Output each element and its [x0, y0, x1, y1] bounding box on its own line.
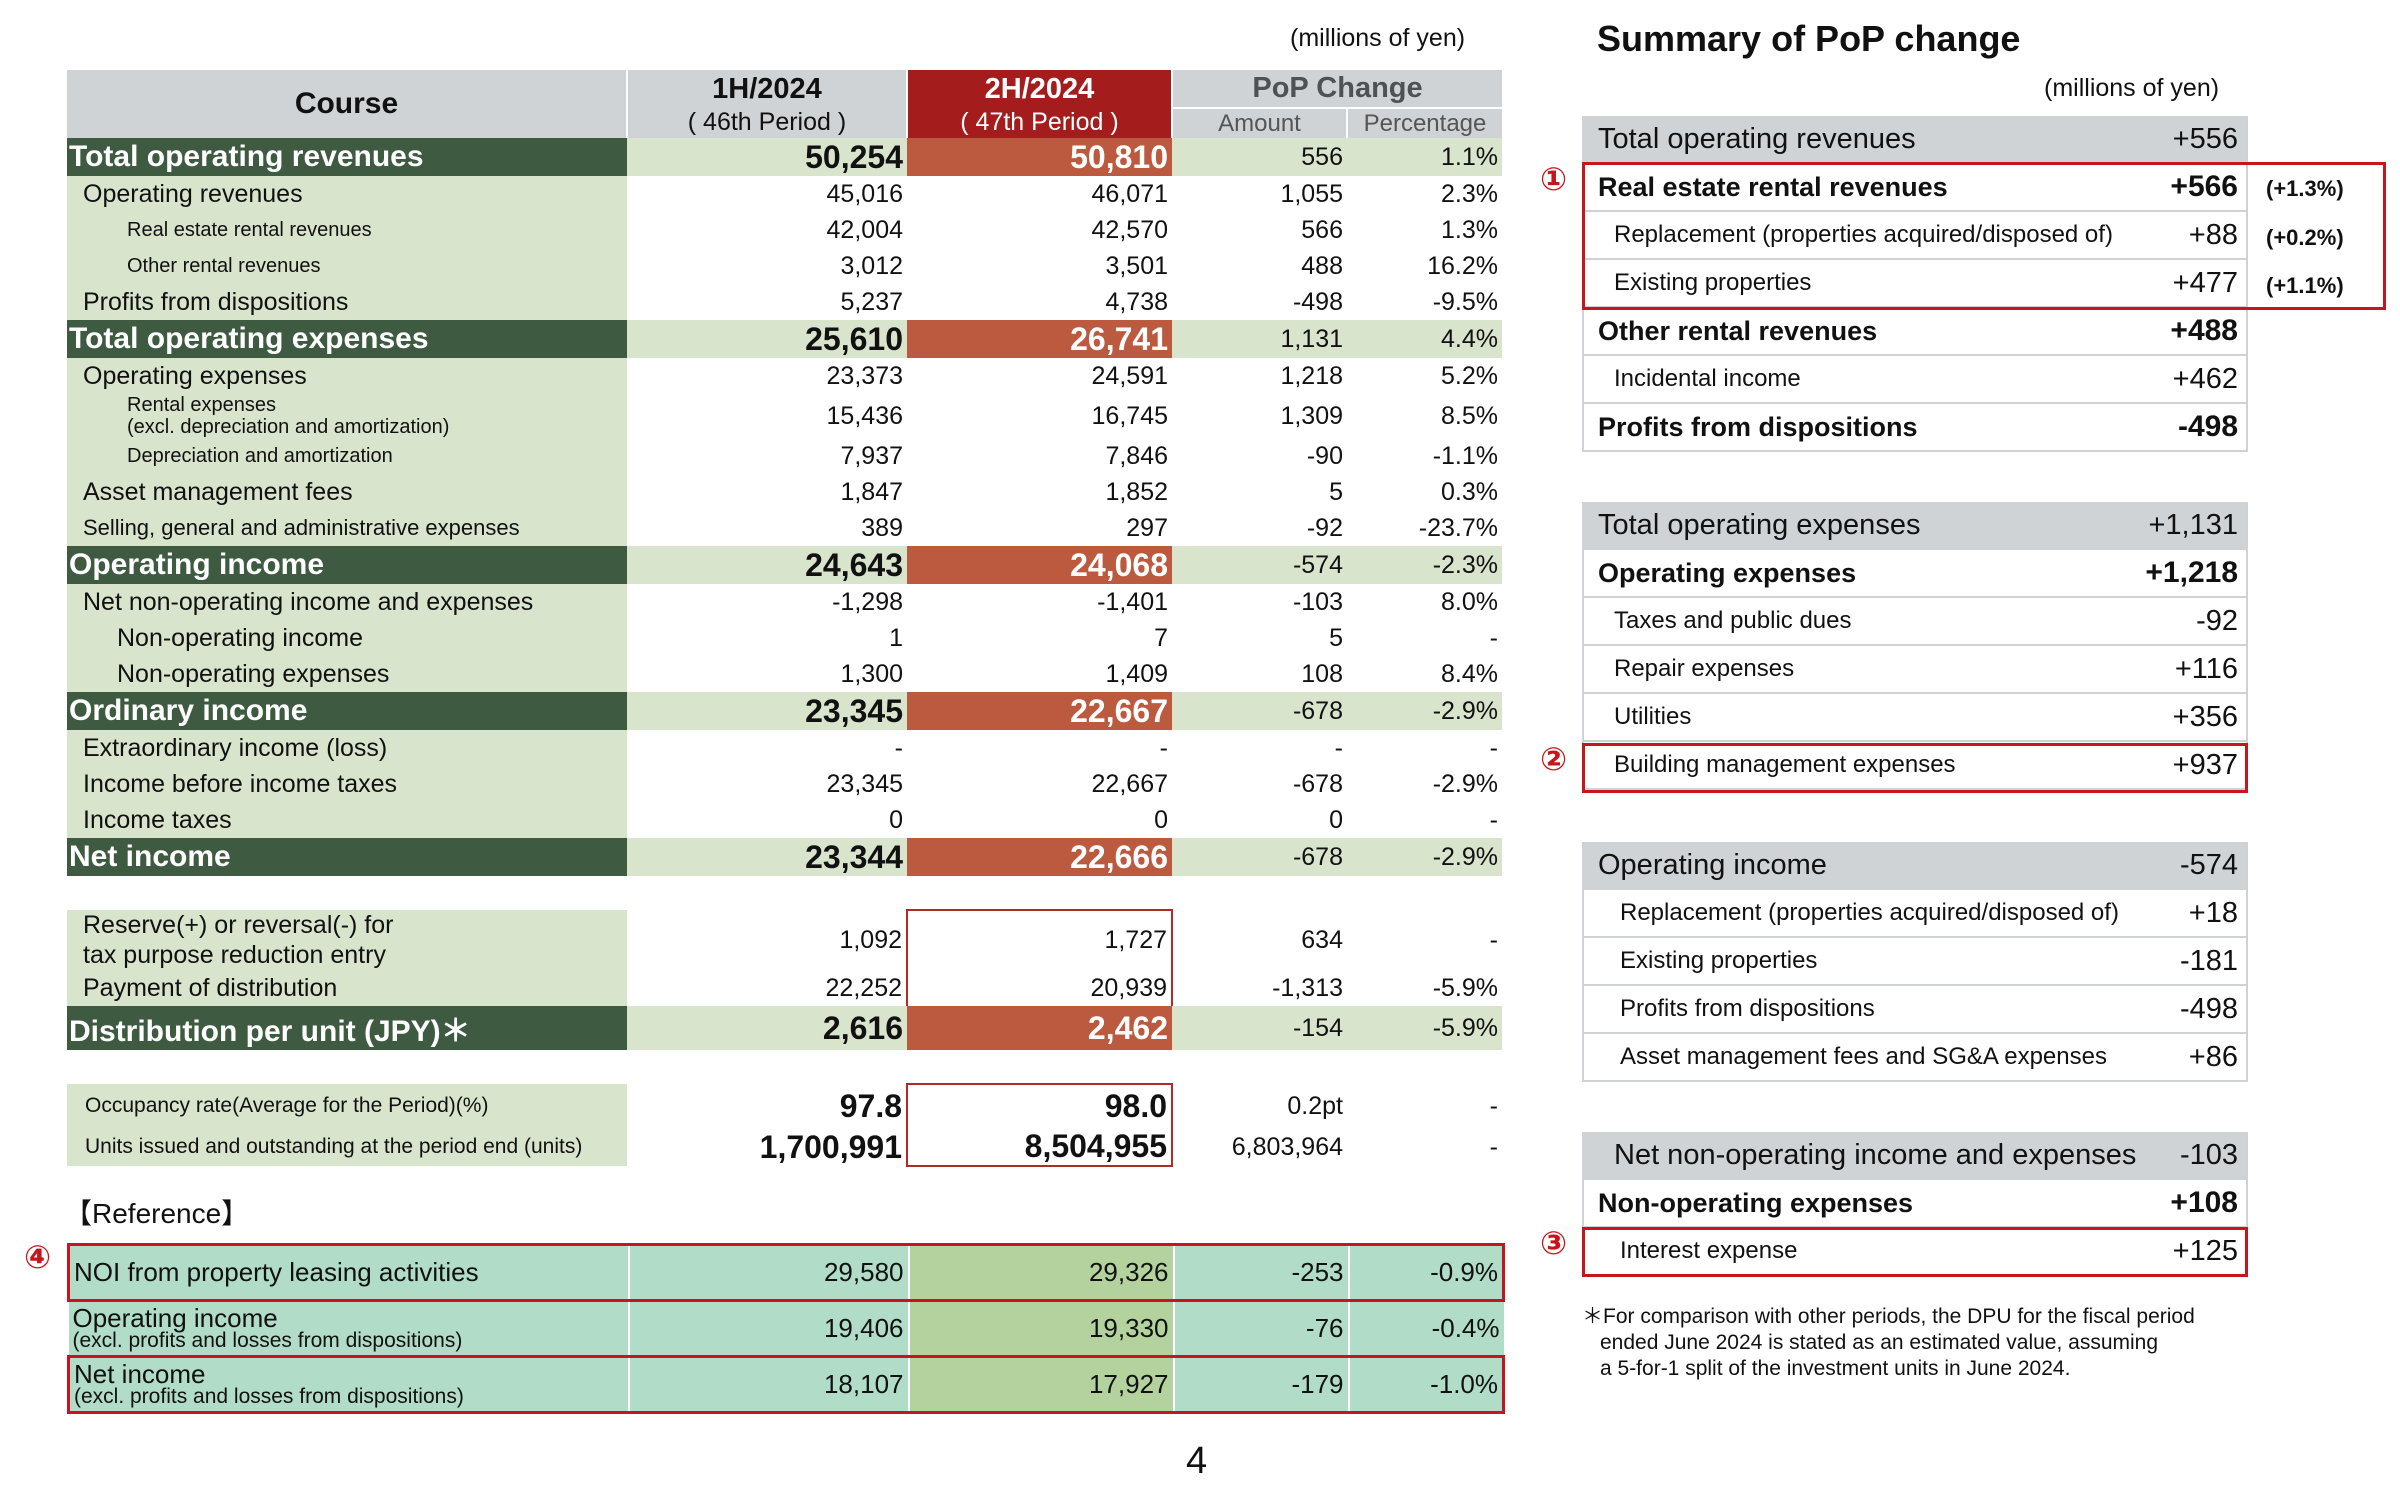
note-replacement: (+0.2%)	[2266, 225, 2344, 250]
table-row: Total operating revenues 50,254 50,810 556 1…	[67, 138, 1502, 176]
summary-row: Total operating revenues +556	[1584, 116, 2246, 164]
table-row: Reserve(+) or reversal(-) for tax purpose…	[67, 909, 1502, 970]
table-row: Asset management fees 1,847 1,852 5 0.3%	[67, 474, 1502, 510]
table-row: Income taxes 0 0 0-	[67, 802, 1502, 838]
table-row: Net income 23,344 22,666 -678 -2.9%	[67, 838, 1502, 876]
summary-row: Non-operating expenses +108	[1584, 1180, 2246, 1228]
summary-title: Summary of PoP change	[1597, 18, 2021, 59]
reference-row: Net income (excl. profits and losses from…	[67, 1355, 1505, 1414]
summary-row: Repair expenses +116	[1584, 646, 2246, 694]
page-number: 4	[1186, 1440, 1208, 1482]
table-row: Rental expenses (excl. depreciation and a…	[67, 394, 1502, 438]
header-percentage: Percentage	[1347, 108, 1502, 138]
summary-row: Operating income -574	[1584, 842, 2246, 890]
reference-row: NOI from property leasing activities 29,5…	[67, 1243, 1505, 1302]
summary-row: Total operating expenses +1,131	[1584, 502, 2246, 550]
summary-row: Replacement (properties acquired/dispose…	[1584, 890, 2246, 938]
marker-3: ③	[1540, 1225, 1568, 1261]
table-row: Other rental revenues 3,012 3,501 488 16.2%	[67, 248, 1502, 284]
summary-row: Asset management fees and SG&A expenses +…	[1584, 1034, 2246, 1082]
summary-row: Profits from dispositions -498	[1584, 986, 2246, 1034]
highlight-box-2	[1582, 743, 2248, 793]
summary-row: Other rental revenues +488	[1584, 308, 2246, 356]
marker-2: ②	[1540, 741, 1568, 777]
summary-row: Utilities +356	[1584, 694, 2246, 742]
footnote: ＊For comparison with other periods, the …	[1582, 1305, 2195, 1380]
summary-row: Taxes and public dues -92	[1584, 598, 2246, 646]
table-row: Real estate rental revenues 42,004 42,570 5…	[67, 212, 1502, 248]
header-amount: Amount	[1172, 108, 1348, 138]
table-row: Ordinary income 23,345 22,667 -678 -2.9%	[67, 692, 1502, 730]
table-row: Income before income taxes 23,345 22,667 -6…	[67, 766, 1502, 802]
summary-row: Operating expenses +1,218	[1584, 550, 2246, 598]
left-unit-label: (millions of yen)	[1290, 24, 1466, 52]
table-row: Occupancy rate(Average for the Period)(%…	[67, 1083, 1502, 1128]
header-1h2024: 1H/2024( 46th Period )	[627, 70, 908, 138]
table-row: Extraordinary income (loss) - - - -	[67, 730, 1502, 766]
summary-row: Existing properties -181	[1584, 938, 2246, 986]
note-existing: (+1.1%)	[2266, 273, 2344, 298]
table-row: Payment of distribution 22,252 20,939 -1,31…	[67, 970, 1502, 1006]
table-row: Operating expenses 23,373 24,591 1,218 5.2%	[67, 358, 1502, 394]
reference-row: Operating income (excl. profits and losse…	[68, 1300, 1504, 1357]
header-2h2024: 2H/2024( 47th Period )	[907, 70, 1173, 138]
highlight-box-3	[1582, 1227, 2248, 1277]
marker-4: ④	[24, 1239, 52, 1275]
table-row: Profits from dispositions 5,237 4,738 -498-…	[67, 284, 1502, 320]
summary-row: Net non-operating income and expenses -10…	[1584, 1132, 2246, 1180]
income-statement-table: Course 1H/2024( 46th Period ) 2H/2024( 4…	[67, 70, 1502, 1167]
table-row: Depreciation and amortization 7,937 7,846-…	[67, 438, 1502, 474]
table-row: Net non-operating income and expenses -1,…	[67, 584, 1502, 620]
reference-heading: 【Reference】	[64, 1198, 250, 1229]
table-row: Selling, general and administrative expe…	[67, 510, 1502, 546]
marker-1: ①	[1540, 161, 1568, 197]
table-row: Units issued and outstanding at the peri…	[67, 1128, 1502, 1167]
table-row: Total operating expenses 25,610 26,741 1,13…	[67, 320, 1502, 358]
table-spacer	[67, 876, 1502, 910]
table-row: Non-operating expenses 1,300 1,409 108 8.4%	[67, 656, 1502, 692]
table-row: Operating revenues 45,016 46,071 1,055 2.3%	[67, 176, 1502, 212]
reference-table: NOI from property leasing activities 29,5…	[67, 1243, 1505, 1414]
header-pop-change: PoP Change	[1172, 70, 1502, 109]
right-unit-label: (millions of yen)	[2044, 74, 2220, 102]
table-spacer	[67, 1050, 1502, 1084]
note-real-estate: (+1.3%)	[2266, 176, 2344, 201]
summary-operating-income: Operating income -574 Replacement (proper…	[1582, 842, 2248, 1082]
table-row: Operating income 24,643 24,068 -574 -2.3%	[67, 546, 1502, 584]
summary-row: Profits from dispositions -498	[1584, 404, 2246, 452]
table-row: Distribution per unit (JPY)＊ 2,616 2,462 -1…	[67, 1006, 1502, 1050]
summary-row: Incidental income +462	[1584, 356, 2246, 404]
header-course: Course	[67, 70, 628, 138]
table-row: Non-operating income 1 7 5-	[67, 620, 1502, 656]
